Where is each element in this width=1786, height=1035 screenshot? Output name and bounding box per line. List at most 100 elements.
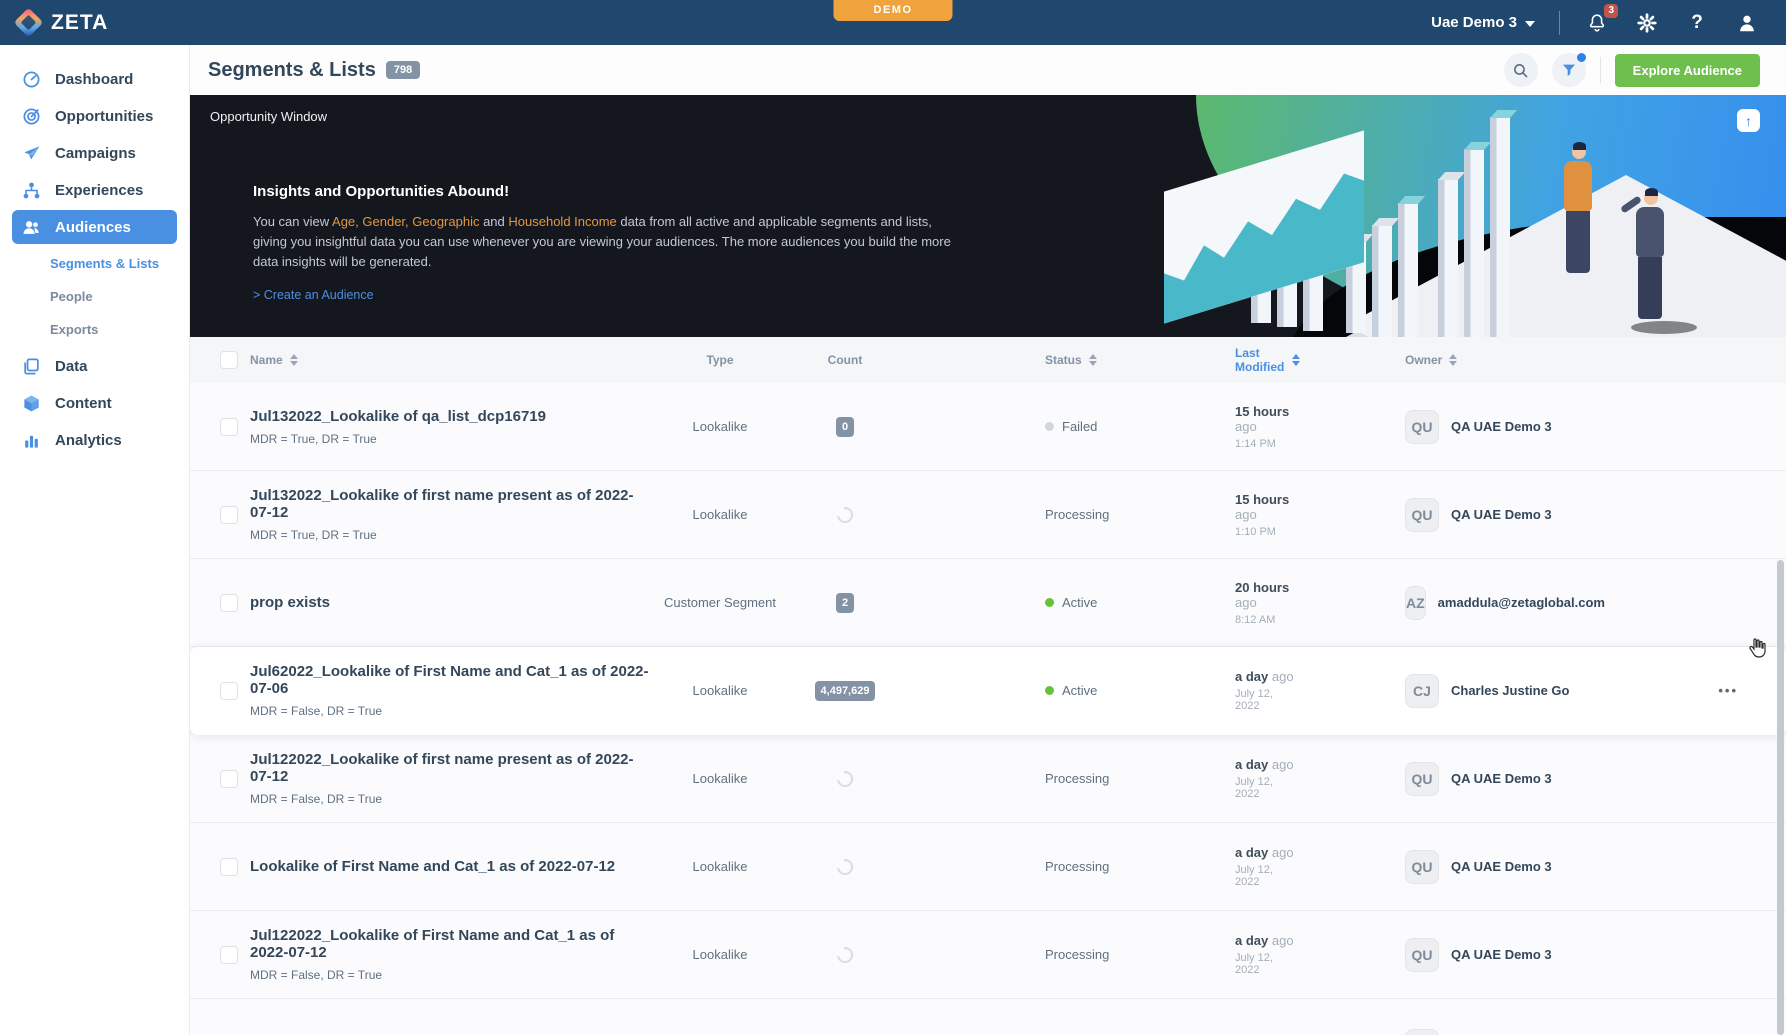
sidebar-label: Content xyxy=(55,395,112,412)
search-button[interactable] xyxy=(1504,53,1538,87)
table-row[interactable]: prop exists Customer Segment 2 Active 20… xyxy=(190,559,1786,647)
table-row[interactable]: Jul62022_Lookalike of First Name and Cat… xyxy=(190,647,1786,735)
modified-time: July 12, 2022 xyxy=(1235,952,1300,976)
column-header-owner[interactable]: Owner xyxy=(1300,353,1600,367)
segment-subtitle: MDR = False, DR = True xyxy=(250,968,650,982)
owner-name: QA UAE Demo 3 xyxy=(1451,771,1552,786)
owner-name: QA UAE Demo 3 xyxy=(1451,859,1552,874)
table-row[interactable]: Jul122022_Lookalike of First Name and Ca… xyxy=(190,911,1786,999)
zeta-logo-icon xyxy=(14,8,44,38)
column-header-count: Count xyxy=(790,353,900,367)
filter-button[interactable] xyxy=(1552,53,1586,87)
select-all-checkbox[interactable] xyxy=(220,351,238,369)
segment-type: Lookalike xyxy=(650,771,790,786)
sidebar-subitem-exports[interactable]: Exports xyxy=(0,313,189,346)
brand[interactable]: ZETA xyxy=(0,11,108,35)
status-text: Active xyxy=(1062,595,1097,610)
count-badge: 2 xyxy=(836,593,854,613)
row-actions-menu[interactable]: ••• xyxy=(1718,683,1738,698)
account-menu[interactable]: Uae Demo 3 xyxy=(1431,14,1535,31)
modified-relative: 15 hours xyxy=(1235,404,1289,419)
table-row[interactable]: Jul122022_Lookalike of first name presen… xyxy=(190,735,1786,823)
row-checkbox[interactable] xyxy=(220,594,238,612)
sidebar-item-content[interactable]: Content xyxy=(12,386,177,420)
row-checkbox[interactable] xyxy=(220,770,238,788)
modified-time: 1:10 PM xyxy=(1235,526,1300,538)
cube-icon xyxy=(22,394,41,413)
modified-relative: a day xyxy=(1235,845,1268,860)
chevron-down-icon xyxy=(1525,21,1535,27)
help-button[interactable]: ? xyxy=(1684,10,1710,36)
demo-badge: DEMO xyxy=(834,0,953,21)
owner-avatar: QU xyxy=(1405,938,1439,972)
segments-table: Name Type Count Status Last Modified Own… xyxy=(190,337,1786,1035)
column-header-name[interactable]: Name xyxy=(250,353,650,367)
row-checkbox[interactable] xyxy=(220,418,238,436)
sort-icon[interactable] xyxy=(1449,354,1457,366)
owner-avatar: AZ xyxy=(1405,586,1426,620)
profile-button[interactable] xyxy=(1734,10,1760,36)
segment-name[interactable]: prop exists xyxy=(250,594,650,611)
sort-icon[interactable] xyxy=(1292,354,1300,366)
segment-type: Lookalike xyxy=(650,947,790,962)
banner-highlight: Household Income xyxy=(508,214,616,229)
notification-count-badge: 3 xyxy=(1604,4,1618,18)
owner-name: QA UAE Demo 3 xyxy=(1451,419,1552,434)
table-row[interactable]: Jul132022_Lookalike of qa_list_dcp16719 … xyxy=(190,383,1786,471)
sidebar-subitem-people[interactable]: People xyxy=(0,280,189,313)
column-header-last-modified[interactable]: Last Modified xyxy=(1130,346,1300,374)
row-checkbox[interactable] xyxy=(220,506,238,524)
owner-avatar: QU xyxy=(1405,1029,1439,1035)
sort-icon[interactable] xyxy=(1089,354,1097,366)
status-text: Processing xyxy=(1045,859,1109,874)
layers-icon xyxy=(22,357,41,376)
explore-audience-button[interactable]: Explore Audience xyxy=(1615,54,1760,87)
sidebar-item-dashboard[interactable]: Dashboard xyxy=(12,62,177,96)
column-header-status[interactable]: Status xyxy=(900,353,1130,367)
row-checkbox[interactable] xyxy=(220,946,238,964)
owner-avatar: QU xyxy=(1405,410,1439,444)
segment-type: Lookalike xyxy=(650,859,790,874)
sort-icon[interactable] xyxy=(290,354,298,366)
status-dot xyxy=(1045,422,1054,431)
sidebar-item-analytics[interactable]: Analytics xyxy=(12,423,177,457)
sidebar-item-campaigns[interactable]: Campaigns xyxy=(12,136,177,170)
flow-icon xyxy=(22,181,41,200)
sidebar-subitem-segments-lists[interactable]: Segments & Lists xyxy=(0,247,189,280)
row-checkbox[interactable] xyxy=(220,682,238,700)
count-badge: 4,497,629 xyxy=(815,681,876,701)
status-dot xyxy=(1045,686,1054,695)
segment-name[interactable]: Lookalike of First Name and Cat_1 as of … xyxy=(250,858,650,875)
owner-avatar: QU xyxy=(1405,498,1439,532)
segment-name[interactable]: Jul122022_Lookalike of first name presen… xyxy=(250,751,650,785)
segment-subtitle: MDR = True, DR = True xyxy=(250,528,650,542)
table-row[interactable]: Jul132022_Lookalike of first name presen… xyxy=(190,471,1786,559)
create-audience-link[interactable]: > Create an Audience xyxy=(253,288,374,302)
settings-button[interactable] xyxy=(1634,10,1660,36)
banner-title: Insights and Opportunities Abound! xyxy=(253,183,953,200)
segment-name[interactable]: Jul122022_Lookalike of First Name and Ca… xyxy=(250,927,650,961)
segment-name[interactable]: Jul62022_Lookalike of First Name and Cat… xyxy=(250,663,650,697)
status-text: Processing xyxy=(1045,771,1109,786)
user-icon xyxy=(1736,12,1758,34)
segment-name[interactable]: Jul132022_Lookalike of qa_list_dcp16719 xyxy=(250,408,650,425)
sidebar-item-opportunities[interactable]: Opportunities xyxy=(12,99,177,133)
owner-name: Charles Justine Go xyxy=(1451,683,1569,698)
segment-subtitle: MDR = False, DR = True xyxy=(250,792,650,806)
row-checkbox[interactable] xyxy=(220,858,238,876)
modified-relative: a day xyxy=(1235,757,1268,772)
sidebar-item-experiences[interactable]: Experiences xyxy=(12,173,177,207)
divider xyxy=(1600,57,1601,83)
notifications-button[interactable]: 3 xyxy=(1584,10,1610,36)
pin-banner-button[interactable]: ↑ xyxy=(1737,109,1760,132)
help-icon: ? xyxy=(1691,12,1703,34)
scrollbar-thumb[interactable] xyxy=(1777,560,1784,1035)
sidebar-item-data[interactable]: Data xyxy=(12,349,177,383)
status-text: Processing xyxy=(1045,947,1109,962)
modified-time: July 12, 2022 xyxy=(1235,776,1300,800)
loading-spinner xyxy=(834,856,856,878)
table-row[interactable]: Lookalike of First Name and Cat_1 as of … xyxy=(190,823,1786,911)
sidebar-item-audiences[interactable]: Audiences xyxy=(12,210,177,244)
segment-name[interactable]: Jul132022_Lookalike of first name presen… xyxy=(250,487,650,521)
top-navbar: ZETA DEMO Uae Demo 3 3 xyxy=(0,0,1786,45)
